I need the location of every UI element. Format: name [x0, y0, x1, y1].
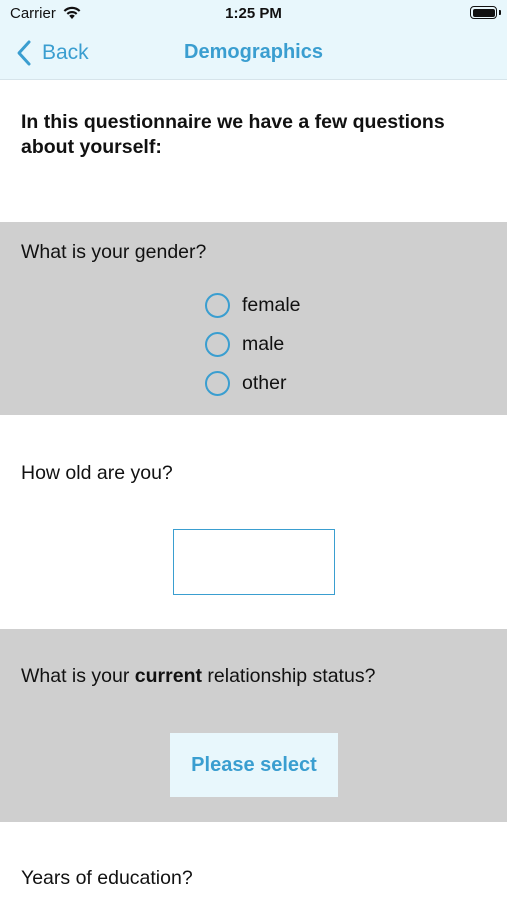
- relationship-question: What is your current relationship status…: [21, 665, 375, 688]
- radio-button[interactable]: [205, 371, 230, 396]
- radio-option-female[interactable]: female: [205, 286, 301, 325]
- radio-label: female: [242, 294, 301, 316]
- relationship-question-prefix: What is your: [21, 665, 135, 687]
- age-input[interactable]: [173, 529, 335, 595]
- gender-question: What is your gender?: [21, 241, 207, 263]
- gender-radio-group: female male other: [205, 286, 301, 403]
- radio-label: male: [242, 333, 285, 355]
- radio-button[interactable]: [205, 293, 230, 318]
- radio-option-other[interactable]: other: [205, 364, 301, 403]
- intro-text: In this questionnaire we have a few ques…: [21, 111, 445, 158]
- battery-icon: [470, 6, 497, 19]
- radio-option-male[interactable]: male: [205, 325, 301, 364]
- radio-label: other: [242, 372, 287, 394]
- relationship-select-button[interactable]: Please select: [170, 733, 338, 797]
- page-title: Demographics: [184, 41, 323, 63]
- relationship-question-emphasis: current: [134, 665, 202, 687]
- clock: 1:25 PM: [225, 5, 282, 22]
- status-bar: Carrier 1:25 PM: [0, 0, 507, 28]
- gender-section: What is your gender? female male other: [0, 222, 507, 415]
- navigation-bar: Back Demographics: [0, 28, 507, 80]
- education-question: Years of education?: [21, 867, 193, 889]
- battery-tip: [499, 10, 501, 15]
- age-question: How old are you?: [21, 462, 173, 484]
- radio-button[interactable]: [205, 332, 230, 357]
- relationship-question-suffix: relationship status?: [201, 665, 376, 687]
